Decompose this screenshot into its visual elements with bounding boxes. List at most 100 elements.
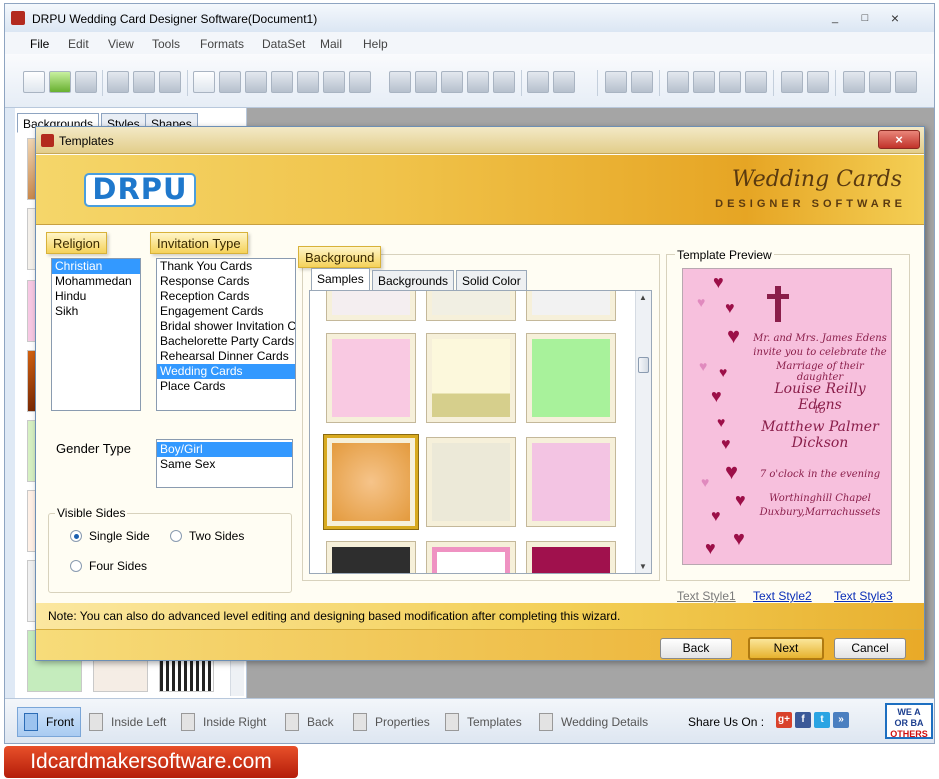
menu-help[interactable]: Help <box>363 37 388 51</box>
menu-mail[interactable]: Mail <box>320 37 342 51</box>
cut-icon[interactable] <box>667 71 689 93</box>
sample-cell[interactable] <box>526 333 616 423</box>
menu-file[interactable]: File <box>30 37 49 51</box>
sample-cell-selected[interactable] <box>324 435 418 529</box>
mail-icon[interactable] <box>493 71 515 93</box>
list-item[interactable]: Thank You Cards <box>157 259 295 274</box>
scroll-down-icon[interactable]: ▼ <box>639 562 647 571</box>
close-button[interactable]: × <box>883 10 907 26</box>
close-doc-icon[interactable] <box>75 71 97 93</box>
facebook-icon[interactable]: f <box>795 712 811 728</box>
book-icon[interactable] <box>271 71 293 93</box>
samples-scrollbar[interactable]: ▲ ▼ <box>635 291 651 573</box>
inside-right-button[interactable]: Inside Right <box>181 707 266 737</box>
inside-left-button[interactable]: Inside Left <box>89 707 166 737</box>
delete-icon[interactable] <box>745 71 767 93</box>
print-icon[interactable] <box>219 71 241 93</box>
save-as-icon[interactable] <box>133 71 155 93</box>
list-item[interactable]: Boy/Girl <box>157 442 292 457</box>
list-item[interactable]: Reception Cards <box>157 289 295 304</box>
tab-samples[interactable]: Samples <box>311 268 370 291</box>
text-style-1-link[interactable]: Text Style1 <box>677 589 736 603</box>
sample-cell[interactable] <box>326 333 416 423</box>
sample-cell[interactable] <box>426 291 516 321</box>
promo-badge[interactable]: WE A OR BA OTHERS <box>885 703 933 739</box>
list-item[interactable]: Response Cards <box>157 274 295 289</box>
religion-list[interactable]: Christian Mohammedan Hindu Sikh <box>51 258 141 411</box>
front-button[interactable]: Front <box>17 707 82 737</box>
single-side-radio[interactable]: Single Side <box>70 529 150 543</box>
export-icon[interactable] <box>159 71 181 93</box>
list-item[interactable]: Christian <box>52 259 140 274</box>
sample-cell[interactable] <box>326 291 416 321</box>
scroll-up-icon[interactable]: ▲ <box>639 293 647 302</box>
text-style-3-link[interactable]: Text Style3 <box>834 589 893 603</box>
grid-icon[interactable] <box>843 71 865 93</box>
text-icon[interactable] <box>441 71 463 93</box>
text-style-2-link[interactable]: Text Style2 <box>753 589 812 603</box>
maximize-button[interactable]: □ <box>853 10 877 26</box>
actual-size-icon[interactable] <box>869 71 891 93</box>
list-item[interactable]: Place Cards <box>157 379 295 394</box>
two-sides-radio[interactable]: Two Sides <box>170 529 244 543</box>
sample-cell[interactable] <box>426 437 516 527</box>
back-button[interactable]: Back <box>660 638 732 659</box>
undo-icon[interactable] <box>605 71 627 93</box>
save-icon[interactable] <box>107 71 129 93</box>
dialog-close-button[interactable]: × <box>878 130 920 149</box>
database-icon[interactable] <box>527 71 549 93</box>
new-icon[interactable] <box>23 71 45 93</box>
sample-cell[interactable] <box>526 291 616 321</box>
pencil-icon[interactable] <box>323 71 345 93</box>
wedding-details-button[interactable]: Wedding Details <box>539 707 648 737</box>
next-button[interactable]: Next <box>748 637 824 660</box>
back-page-button[interactable]: Back <box>285 707 334 737</box>
open-icon[interactable] <box>49 71 71 93</box>
sample-cell[interactable] <box>426 333 516 423</box>
menu-tools[interactable]: Tools <box>152 37 180 51</box>
database-settings-icon[interactable] <box>553 71 575 93</box>
signature-icon[interactable] <box>467 71 489 93</box>
page-setup-icon[interactable] <box>193 71 215 93</box>
sample-cell[interactable] <box>526 541 616 573</box>
copy-icon[interactable] <box>693 71 715 93</box>
gender-type-list[interactable]: Boy/Girl Same Sex <box>156 439 293 488</box>
properties-button[interactable]: Properties <box>353 707 430 737</box>
invitation-type-list[interactable]: Thank You Cards Response Cards Reception… <box>156 258 296 411</box>
background-thumbnail[interactable] <box>159 656 214 692</box>
tab-backgrounds-inner[interactable]: Backgrounds <box>372 270 455 291</box>
four-sides-radio[interactable]: Four Sides <box>70 559 147 573</box>
minimize-button[interactable]: _ <box>823 10 847 26</box>
google-plus-icon[interactable]: g+ <box>776 712 792 728</box>
list-item[interactable]: Bridal shower Invitation C <box>157 319 295 334</box>
share-icon[interactable]: » <box>833 712 849 728</box>
list-item[interactable]: Sikh <box>52 304 140 319</box>
sample-cell[interactable] <box>426 541 516 573</box>
shape-icon[interactable] <box>349 71 371 93</box>
menu-formats[interactable]: Formats <box>200 37 244 51</box>
watermark-icon[interactable] <box>389 71 411 93</box>
list-item[interactable]: Engagement Cards <box>157 304 295 319</box>
image-icon[interactable] <box>297 71 319 93</box>
fit-icon[interactable] <box>895 71 917 93</box>
list-item[interactable]: Hindu <box>52 289 140 304</box>
menu-dataset[interactable]: DataSet <box>262 37 305 51</box>
sample-cell[interactable] <box>526 437 616 527</box>
templates-button[interactable]: Templates <box>445 707 522 737</box>
barcode-icon[interactable] <box>415 71 437 93</box>
list-item[interactable]: Mohammedan <box>52 274 140 289</box>
sample-cell[interactable] <box>326 541 416 573</box>
list-item[interactable]: Same Sex <box>157 457 292 472</box>
website-banner[interactable]: Idcardmakersoftware.com <box>4 746 298 778</box>
list-item[interactable]: Bachelorette Party Cards <box>157 334 295 349</box>
paste-icon[interactable] <box>719 71 741 93</box>
tab-solid-color[interactable]: Solid Color <box>456 270 527 291</box>
bring-front-icon[interactable] <box>781 71 803 93</box>
redo-icon[interactable] <box>631 71 653 93</box>
send-back-icon[interactable] <box>807 71 829 93</box>
twitter-icon[interactable]: t <box>814 712 830 728</box>
scroll-thumb[interactable] <box>638 357 649 373</box>
background-thumbnail[interactable] <box>93 656 148 692</box>
list-item[interactable]: Rehearsal Dinner Cards <box>157 349 295 364</box>
print-preview-icon[interactable] <box>245 71 267 93</box>
